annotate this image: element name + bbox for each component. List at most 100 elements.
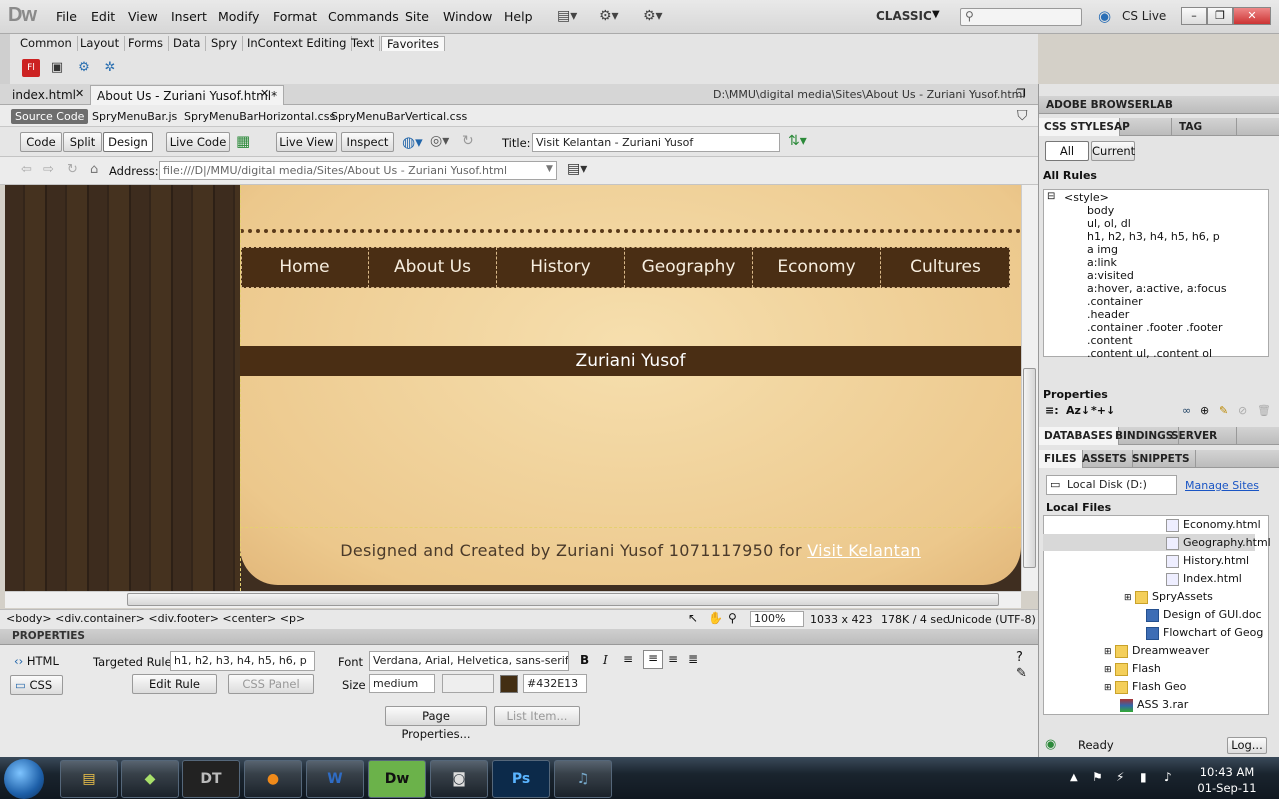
flash-insert-icon[interactable]: Fl: [22, 59, 40, 77]
disable-icon[interactable]: ⊘: [1238, 404, 1247, 417]
related-source-code[interactable]: Source Code: [11, 109, 89, 124]
tag-selector[interactable]: <body> <div.container> <div.footer> <cen…: [6, 612, 305, 625]
menu-commands[interactable]: Commands: [328, 9, 399, 24]
insert-tab-favorites[interactable]: Favorites: [381, 36, 445, 51]
close-button[interactable]: ✕: [1233, 7, 1271, 25]
sticky-notes-taskbar-icon[interactable]: ◆: [121, 760, 179, 798]
folder-flash[interactable]: ⊞ Flash: [1104, 662, 1161, 676]
insert-tab-forms[interactable]: Forms: [123, 36, 169, 51]
pointer-tool-icon[interactable]: ↖: [688, 611, 698, 625]
trash-icon[interactable]: 🗑: [1257, 404, 1271, 417]
set-properties-icon[interactable]: *+↓: [1091, 404, 1115, 417]
html-mode-button[interactable]: ‹› HTML: [14, 654, 59, 668]
folder-flash-geo[interactable]: ⊞ Flash Geo: [1104, 680, 1186, 694]
browserlab-header[interactable]: ADOBE BROWSERLAB: [1039, 96, 1279, 114]
live-code-button[interactable]: Live Code: [166, 132, 230, 152]
align-right-icon[interactable]: ≡: [668, 652, 678, 666]
widget-icon[interactable]: ⚙: [75, 59, 93, 77]
tab-index-html[interactable]: index.html: [6, 85, 82, 105]
window-size[interactable]: 1033 x 423: [810, 613, 873, 626]
nav-economy[interactable]: Economy: [753, 247, 881, 288]
show-hidden-icons[interactable]: ▲: [1070, 772, 1078, 783]
visual-aids-icon[interactable]: ◎▾: [430, 133, 449, 149]
menu-help[interactable]: Help: [504, 9, 533, 24]
taskbar-clock[interactable]: 10:43 AM 01-Sep-11: [1196, 764, 1258, 796]
flag-icon[interactable]: ⚑: [1092, 770, 1103, 784]
related-file-sprymenubar-js[interactable]: SpryMenuBar.js: [92, 110, 177, 123]
rule-item[interactable]: .container .footer .footer: [1087, 321, 1222, 334]
rule-item[interactable]: body: [1087, 204, 1114, 217]
expand-icon[interactable]: ⊞: [1104, 647, 1112, 657]
cs-live-button[interactable]: CS Live: [1122, 9, 1166, 23]
color-swatch[interactable]: [500, 675, 518, 693]
insert-tab-layout[interactable]: Layout: [75, 36, 126, 51]
css-all-button[interactable]: All: [1045, 141, 1089, 161]
refresh-icon[interactable]: ↻: [462, 133, 474, 149]
expand-icon[interactable]: ⊞: [1124, 593, 1132, 603]
tab-files[interactable]: FILES: [1039, 450, 1083, 468]
expand-icon[interactable]: ⊞: [1104, 665, 1112, 675]
spry-icon[interactable]: ✲: [101, 59, 119, 77]
file-management-icon[interactable]: ⇅▾: [788, 133, 807, 149]
tab-css-styles[interactable]: CSS STYLES: [1039, 118, 1120, 136]
menu-window[interactable]: Window: [443, 9, 492, 24]
camera-taskbar-icon[interactable]: ◙: [430, 760, 488, 798]
home-icon[interactable]: ⌂: [90, 162, 98, 177]
split-view-button[interactable]: Split: [63, 132, 102, 152]
nav-home[interactable]: Home: [241, 247, 369, 288]
forward-icon[interactable]: ⇨: [43, 162, 54, 177]
nav-about-us[interactable]: About Us: [369, 247, 497, 288]
photoshop-taskbar-icon[interactable]: Ps: [492, 760, 550, 798]
chevron-down-icon[interactable]: ▼: [546, 164, 553, 174]
expand-icon[interactable]: ⊞: [1104, 683, 1112, 693]
menu-modify[interactable]: Modify: [218, 9, 259, 24]
browser-navigation-icon[interactable]: ▤▾: [567, 161, 587, 177]
zoom-tool-icon[interactable]: ⚲: [728, 611, 737, 625]
quick-tag-editor-icon[interactable]: ✎: [1016, 666, 1027, 681]
rule-item[interactable]: a img: [1087, 243, 1118, 256]
folder-dreamweaver[interactable]: ⊞ Dreamweaver: [1104, 644, 1209, 658]
file-flowchart[interactable]: Flowchart of Geog: [1146, 626, 1263, 640]
nav-geography[interactable]: Geography: [625, 247, 753, 288]
help-icon[interactable]: ?: [1016, 650, 1023, 665]
close-tab-icon[interactable]: ✕: [260, 87, 269, 100]
alphabetical-view-icon[interactable]: Az↓: [1066, 404, 1090, 417]
power-icon[interactable]: ⚡: [1116, 770, 1124, 784]
reload-icon[interactable]: ↻: [67, 162, 78, 177]
rule-item[interactable]: a:visited: [1087, 269, 1134, 282]
file-geography[interactable]: Geography.html: [1166, 536, 1271, 550]
file-economy[interactable]: Economy.html: [1166, 518, 1261, 532]
menu-view[interactable]: View: [128, 9, 158, 24]
dreamweaver-taskbar-icon[interactable]: Dw: [368, 760, 426, 798]
restore-doc-icon[interactable]: ❐: [1016, 87, 1026, 100]
start-button[interactable]: [4, 759, 44, 799]
page-properties-button[interactable]: Page Properties...: [385, 706, 487, 741]
firefox-taskbar-icon[interactable]: ●: [244, 760, 302, 798]
related-file-horizontal-css[interactable]: SpryMenuBarHorizontal.css: [184, 110, 335, 123]
edit-rule-button[interactable]: Edit Rule: [132, 674, 217, 694]
insert-tab-data[interactable]: Data: [168, 36, 207, 51]
color-input[interactable]: #432E13: [523, 674, 587, 693]
justify-icon[interactable]: ≣: [688, 652, 698, 666]
category-view-icon[interactable]: ≡:: [1045, 404, 1059, 417]
insert-tab-spry[interactable]: Spry: [206, 36, 244, 51]
tab-databases[interactable]: DATABASES: [1039, 427, 1119, 445]
rule-item[interactable]: h1, h2, h3, h4, h5, h6, p: [1087, 230, 1220, 243]
tab-server-behaviors[interactable]: SERVER BEHAVIORS: [1166, 427, 1237, 445]
align-left-icon[interactable]: ≡: [623, 652, 633, 666]
rule-item[interactable]: .content: [1087, 334, 1133, 347]
align-center-icon[interactable]: ≡: [643, 650, 663, 669]
network-icon[interactable]: ▮: [1140, 770, 1147, 784]
title-input[interactable]: Visit Kelantan - Zuriani Yusof: [532, 133, 780, 152]
nav-cultures[interactable]: Cultures: [881, 247, 1010, 288]
tab-about-us[interactable]: About Us - Zuriani Yusof.html*: [90, 85, 285, 105]
address-input[interactable]: file:///D|/MMU/digital media/Sites/About…: [159, 161, 557, 180]
menu-edit[interactable]: Edit: [91, 9, 115, 24]
layout-icon[interactable]: ▤▾: [557, 8, 585, 26]
edit-style-icon[interactable]: ✎: [1219, 404, 1228, 417]
rule-item[interactable]: .container: [1087, 295, 1143, 308]
word-taskbar-icon[interactable]: W: [306, 760, 364, 798]
list-item-button[interactable]: List Item...: [494, 706, 580, 726]
filter-icon[interactable]: ⛉: [1017, 108, 1028, 124]
menu-site[interactable]: Site: [405, 9, 429, 24]
